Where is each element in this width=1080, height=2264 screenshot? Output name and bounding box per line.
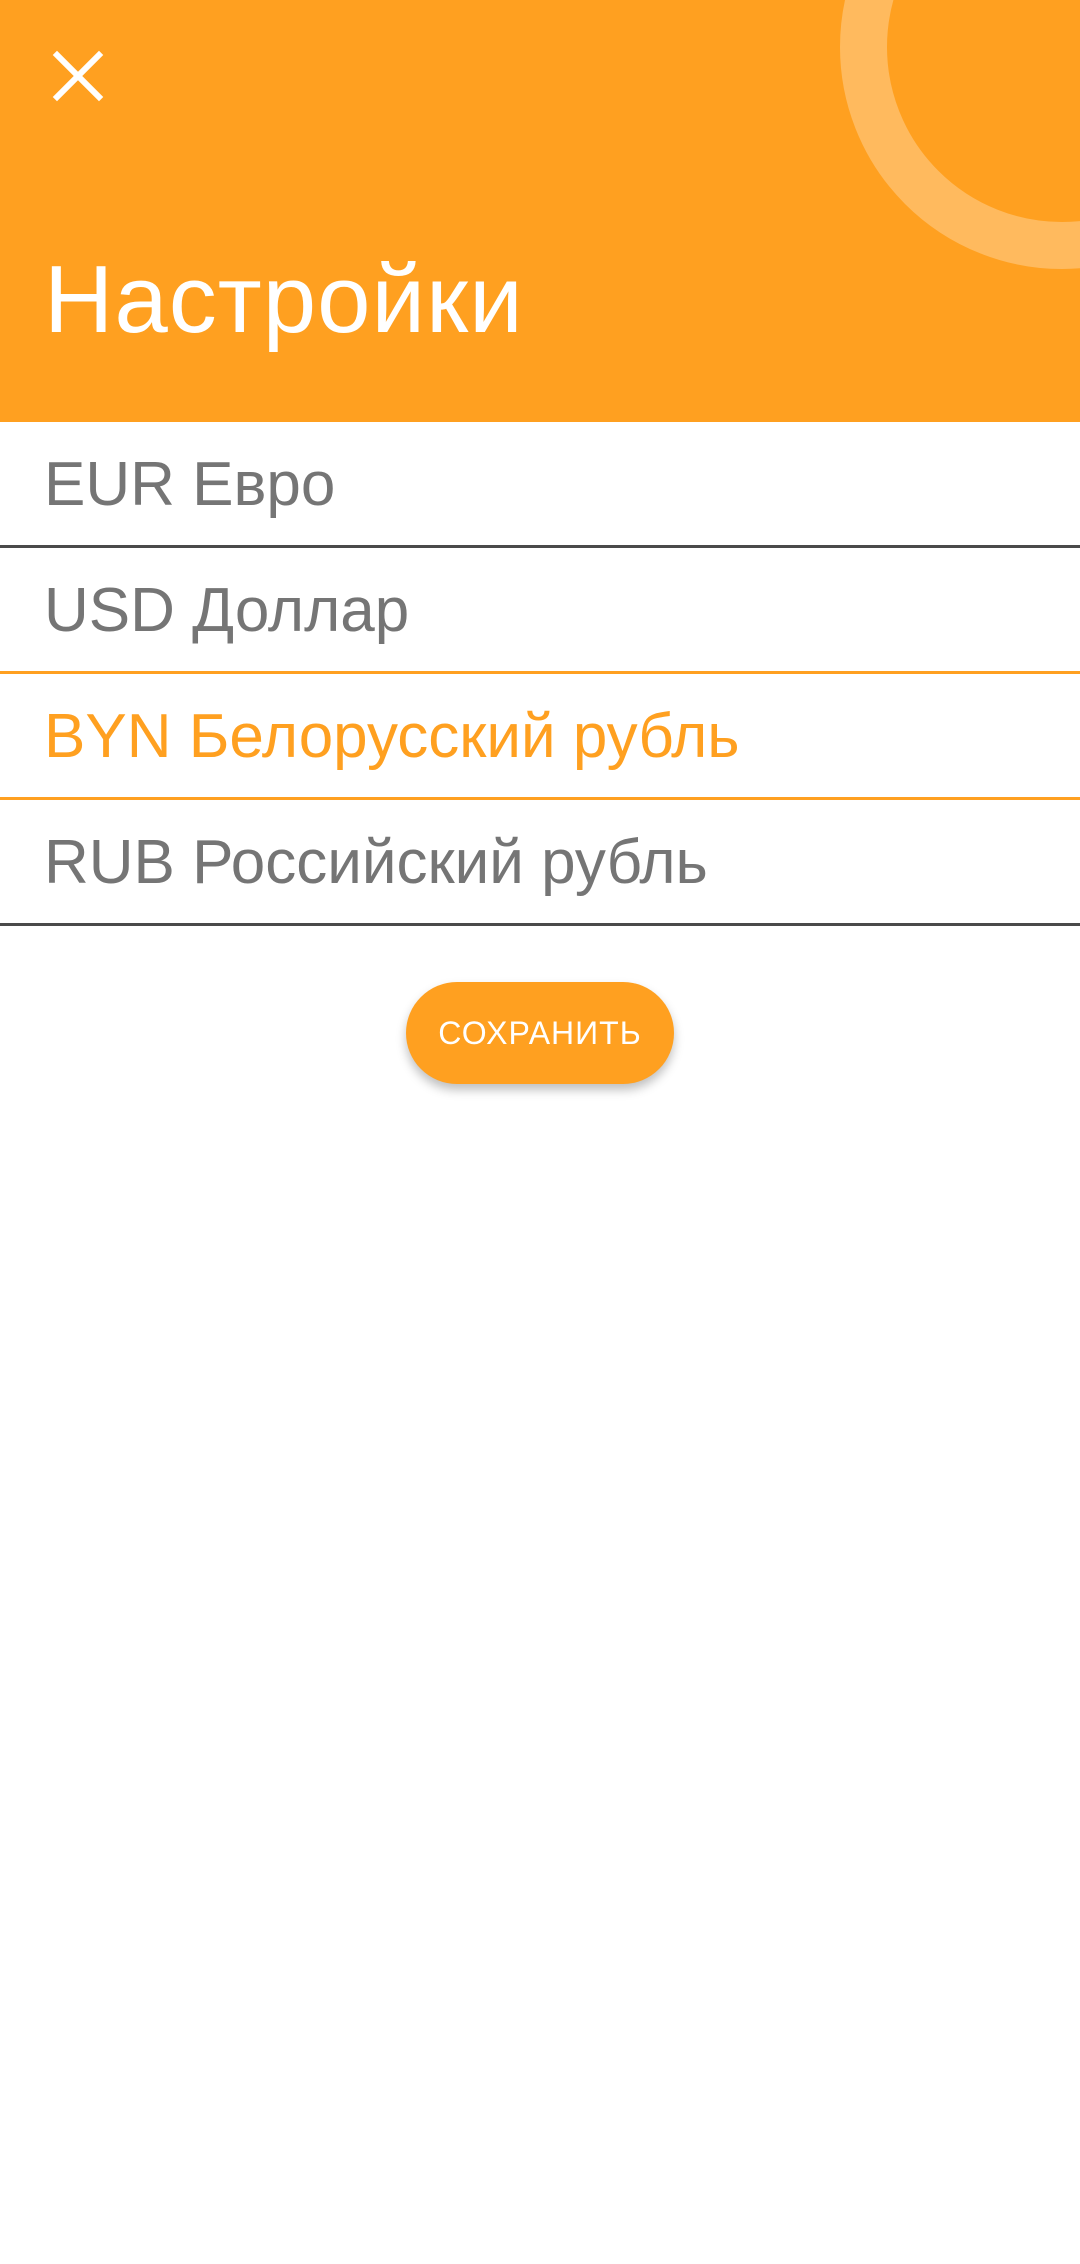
currency-label: USD Доллар bbox=[44, 576, 410, 645]
close-button[interactable] bbox=[38, 36, 118, 116]
save-button[interactable]: СОХРАНИТЬ bbox=[406, 982, 674, 1084]
currency-item-byn[interactable]: BYN Белорусский рубль bbox=[0, 671, 1080, 800]
currency-label: EUR Евро bbox=[44, 450, 336, 519]
app-header: Настройки bbox=[0, 0, 1080, 422]
currency-item-usd[interactable]: USD Доллар bbox=[0, 548, 1080, 674]
currency-label: BYN Белорусский рубль bbox=[44, 702, 740, 771]
currency-item-eur[interactable]: EUR Евро bbox=[0, 422, 1080, 548]
decorative-ring bbox=[840, 0, 1080, 269]
close-icon bbox=[52, 50, 104, 102]
currency-item-rub[interactable]: RUB Российский рубль bbox=[0, 800, 1080, 926]
page-title: Настройки bbox=[44, 246, 524, 353]
currency-label: RUB Российский рубль bbox=[44, 828, 708, 897]
divider bbox=[0, 923, 1080, 926]
save-container: СОХРАНИТЬ bbox=[0, 982, 1080, 1084]
currency-list: EUR Евро USD Доллар BYN Белорусский рубл… bbox=[0, 422, 1080, 926]
